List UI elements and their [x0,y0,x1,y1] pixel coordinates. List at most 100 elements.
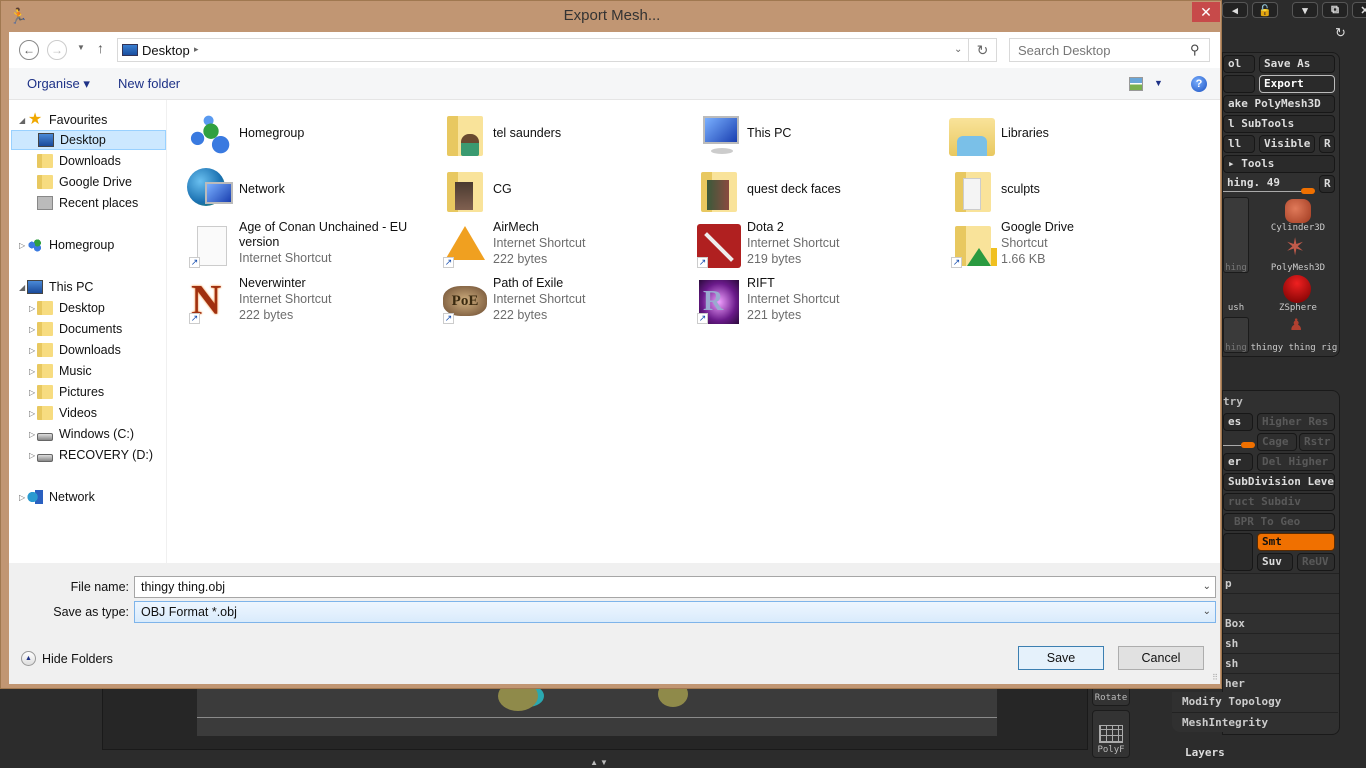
hide-folders-button[interactable]: ▲ Hide Folders [21,651,113,666]
file-item-network[interactable]: Network [187,166,437,218]
lower-res-button[interactable]: es [1223,413,1253,431]
tool-name-slider[interactable]: hing. 49 [1227,176,1280,189]
file-name-input[interactable]: thingy thing.obj ⌄ [134,576,1216,598]
tree-pc-documents[interactable]: Documents [37,319,122,339]
file-item-dota-2[interactable]: ↗ Dota 2 Internet Shortcut 219 bytes [695,220,945,272]
resize-grip[interactable]: ⠿ [1212,673,1218,682]
help-icon[interactable]: ? [1191,76,1207,92]
zsphere-icon[interactable] [1283,275,1311,303]
geometry-header[interactable]: try [1223,395,1243,408]
r-button[interactable]: R [1319,135,1335,153]
r-button[interactable]: R [1319,175,1335,193]
close-icon[interactable]: ✕ [1352,2,1366,18]
subtools-button[interactable]: l SubTools [1223,115,1335,133]
file-item-cg[interactable]: CG [441,166,691,218]
del-lower-button[interactable]: er [1223,453,1253,471]
tree-favourites-desktop[interactable]: Desktop [11,130,166,150]
geometry-row[interactable]: p [1223,573,1339,593]
tree-pc-pictures[interactable]: Pictures [37,382,104,402]
expand-arrow-icon[interactable]: ▷ [29,367,35,376]
expand-arrow-icon[interactable]: ▷ [29,346,35,355]
expand-arrow-icon[interactable]: ▷ [29,409,35,418]
expand-arrow-icon[interactable]: ◢ [19,283,25,292]
refresh-button[interactable]: ↻ [969,38,997,62]
tools-button[interactable]: ▸ Tools [1223,155,1335,173]
geometry-row[interactable]: sh [1223,653,1339,673]
divide-button[interactable] [1223,533,1253,571]
file-item-age-of-conan[interactable]: ↗ Age of Conan Unchained - EU version In… [187,220,437,276]
sdiv-slider-knob[interactable] [1241,442,1255,448]
expand-arrow-icon[interactable]: ▷ [29,304,35,313]
organise-menu[interactable]: Organise ▾ [27,76,90,92]
file-item-homegroup[interactable]: Homegroup [187,110,437,162]
layers-header[interactable]: Layers [1185,746,1225,759]
reuv-toggle[interactable]: ReUV [1297,553,1335,571]
rig-icon[interactable]: ♟ [1289,315,1303,335]
expand-arrow-icon[interactable]: ▷ [29,325,35,334]
export-button[interactable]: Export [1259,75,1335,93]
file-item-google-drive[interactable]: ↗ Google Drive Shortcut 1.66 KB [949,220,1199,272]
expand-arrow-icon[interactable]: ◢ [19,116,25,125]
all-button[interactable]: ll [1223,135,1255,153]
tool-thumb[interactable] [1223,197,1249,273]
tree-favourites-google-drive[interactable]: Google Drive [37,172,132,192]
restore-icon[interactable]: ⧉ [1322,2,1348,18]
tree-this-pc[interactable]: This PC [27,277,93,297]
geometry-row[interactable]: her [1223,673,1339,693]
tree-pc-desktop[interactable]: Desktop [37,298,105,318]
tree-pc-recovery-d[interactable]: RECOVERY (D:) [37,445,153,465]
file-item-neverwinter[interactable]: N ↗ Neverwinter Internet Shortcut 222 byt… [187,276,437,328]
save-as-button[interactable]: Save As [1259,55,1335,73]
geometry-row[interactable] [1223,593,1339,613]
higher-res-button[interactable]: Higher Res [1257,413,1335,431]
tree-favourites-downloads[interactable]: Downloads [37,151,121,171]
meshintegrity-row[interactable]: MeshIntegrity [1172,712,1338,732]
arrow-button[interactable]: ◂ [1222,2,1248,18]
refresh-icon[interactable]: ↻ [1335,25,1346,41]
back-button[interactable]: ← [19,40,39,60]
tree-pc-music[interactable]: Music [37,361,92,381]
smt-toggle[interactable]: Smt [1257,533,1335,551]
expand-arrow-icon[interactable]: ▷ [19,493,25,502]
recent-locations-dropdown[interactable]: ▼ [77,43,85,52]
file-item-airmech[interactable]: ↗ AirMech Internet Shortcut 222 bytes [441,220,691,272]
convert-bpr-to-geo-button[interactable]: BPR To Geo [1223,513,1335,531]
file-item-quest-deck-faces[interactable]: quest deck faces [695,166,945,218]
close-button[interactable]: ✕ [1192,2,1220,22]
minimize-icon[interactable]: ▾ [1292,2,1318,18]
rstr-button[interactable]: Rstr [1299,433,1335,451]
geometry-row[interactable]: sh [1223,633,1339,653]
tree-homegroup[interactable]: Homegroup [27,235,114,255]
file-item-this-pc[interactable]: This PC [695,110,945,162]
slider-knob[interactable] [1301,188,1315,194]
modify-topology-row[interactable]: Modify Topology [1172,692,1338,712]
canvas-scroll-arrows[interactable]: ▲▼ [530,758,670,768]
expand-arrow-icon[interactable]: ▷ [29,430,35,439]
cylinder3d-icon[interactable] [1285,199,1311,223]
tree-pc-videos[interactable]: Videos [37,403,97,423]
file-item-rift[interactable]: R ↗ RIFT Internet Shortcut 221 bytes [695,276,945,328]
chevron-down-icon[interactable]: ⌄ [1203,577,1211,597]
file-item-tel-saunders[interactable]: tel saunders [441,110,691,162]
lock-icon[interactable]: 🔓 [1252,2,1278,18]
del-higher-button[interactable]: Del Higher [1257,453,1335,471]
polyf-button[interactable]: PolyF [1092,710,1130,758]
geometry-row[interactable]: Box [1223,613,1339,633]
tree-network[interactable]: Network [27,487,95,507]
expand-arrow-icon[interactable]: ▷ [29,388,35,397]
tool-button[interactable]: ol [1223,55,1255,73]
polymesh3d-icon[interactable]: ✶ [1285,233,1305,262]
breadcrumb-chevron-icon[interactable]: ▸ [194,44,199,55]
import-button[interactable] [1223,75,1255,93]
save-type-select[interactable]: OBJ Format *.obj ⌄ [134,601,1216,623]
new-folder-button[interactable]: New folder [118,76,180,91]
address-dropdown-icon[interactable]: ⌄ [954,44,962,55]
chevron-down-icon[interactable]: ⌄ [1203,602,1211,622]
file-item-libraries[interactable]: Libraries [949,110,1199,162]
tree-favourites[interactable]: ★ Favourites [27,110,108,130]
tree-pc-downloads[interactable]: Downloads [37,340,121,360]
cancel-button[interactable]: Cancel [1118,646,1204,670]
address-bar[interactable]: Desktop ▸ ⌄ [117,38,969,62]
up-button[interactable]: ↑ [97,40,104,56]
title-bar[interactable]: 🏃 Export Mesh... ✕ [1,1,1223,31]
